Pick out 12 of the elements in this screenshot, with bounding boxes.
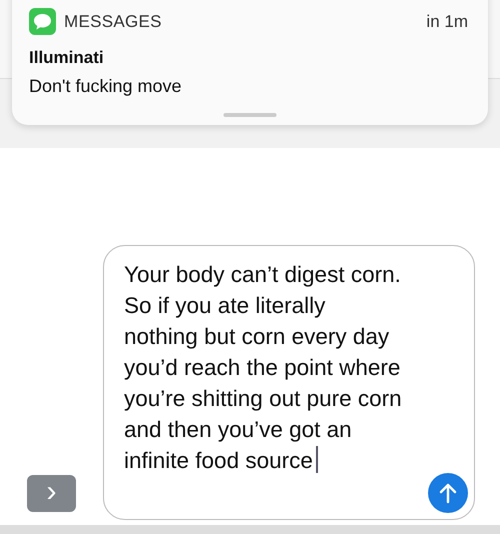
notification-time: in 1m [426, 10, 468, 33]
expand-button[interactable]: › [27, 475, 76, 512]
sender-name: Illuminati [29, 47, 105, 69]
notification-message: Don't fucking move [29, 74, 183, 98]
grabber-handle[interactable] [224, 113, 276, 117]
up-arrow-icon [438, 482, 458, 504]
message-input-field[interactable]: Your body can’t digest corn. So if you ate literally nothing but corn every day you’d reach the point where you’re shitting out pure corn and then you’ve got an infinite food source [103, 245, 475, 520]
app-name: MESSAGES [64, 10, 162, 33]
text-cursor [316, 446, 318, 473]
notification-card[interactable]: MESSAGES in 1m Illuminati Don't fucking move [12, 0, 488, 125]
messages-app-icon [29, 8, 56, 35]
send-button[interactable] [428, 473, 468, 513]
